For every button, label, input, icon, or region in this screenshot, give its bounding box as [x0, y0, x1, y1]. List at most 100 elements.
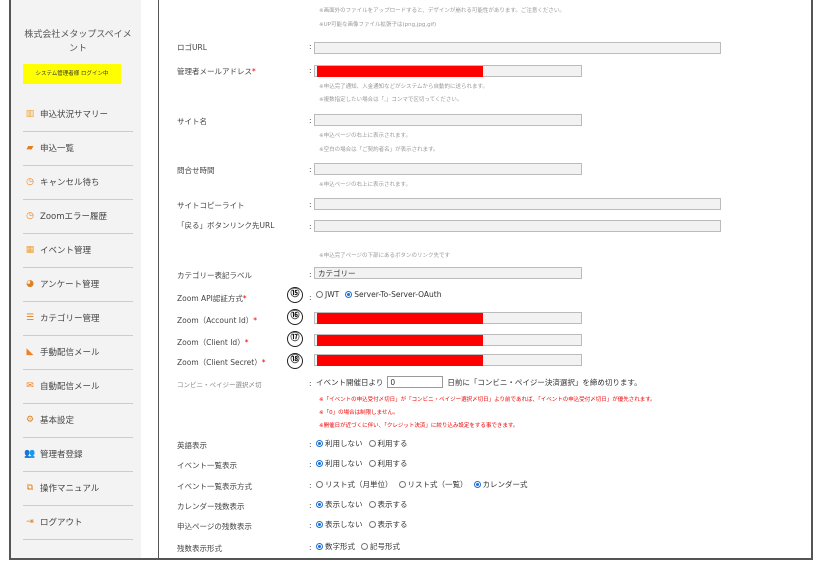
sidebar-item-label: アンケート管理 [40, 280, 100, 290]
radio-label: 表示しない [325, 500, 363, 509]
sidebar-item-label: 管理者登録 [40, 450, 83, 460]
admin-email-note-1: ※申込完了通知、入金通知などがシステムから自動的に送られます。 [319, 84, 488, 90]
sidebar-item-label: 基本設定 [40, 416, 75, 426]
zoom-account-id-label: Zoom（Account Id）* [177, 316, 258, 325]
admin-email-label: 管理者メールアドレス* [177, 67, 256, 76]
sidebar-item-label: 手動配信メール [40, 348, 100, 358]
sidebar-item-8[interactable]: ✉ 自動配信メール [23, 369, 133, 404]
zoom-client-secret-label: Zoom（Client Secret）* [177, 358, 266, 367]
remaining-format-options: 数字形式 記号形式 [316, 541, 406, 552]
cutoff-days-input[interactable]: 0 [387, 376, 444, 388]
remaining-format-radio-0[interactable] [316, 543, 323, 550]
back-link-url-input[interactable] [314, 220, 721, 232]
radio-jwt[interactable] [316, 291, 323, 298]
copy-icon: ⧉ [26, 483, 34, 493]
inquiry-hours-label: 問合せ時間 [177, 166, 215, 175]
event-list-mode-radio-0[interactable] [316, 481, 323, 488]
logo-url-label: ロゴURL [177, 43, 207, 52]
sidebar-item-6[interactable]: ☰ カテゴリー管理 [23, 301, 133, 336]
login-status-badge: システム管理者様 ログイン中 [23, 64, 121, 84]
remaining-format-radio-1[interactable] [361, 543, 368, 550]
callout-badge-15: ⑮ [287, 287, 303, 303]
sidebar-item-label: Zoomエラー履歴 [40, 212, 108, 222]
radio-server-oauth[interactable] [345, 291, 353, 298]
event-list-display-label: イベント一覧表示 [177, 461, 237, 470]
event-list-mode-radio-2[interactable] [473, 481, 481, 488]
radio-label: 利用しない [325, 459, 363, 468]
apply-page-remaining-options: 表示しない 表示する [316, 519, 414, 530]
radio-label: 表示しない [325, 520, 363, 529]
apply-page-remaining-radio-0[interactable] [316, 521, 323, 528]
redacted-account-id [317, 313, 483, 324]
redacted-email [317, 66, 483, 77]
logo-url-input[interactable] [314, 42, 721, 54]
callout-badge-17: ⑰ [287, 331, 303, 347]
sidebar-item-3[interactable]: ◷ Zoomエラー履歴 [23, 199, 133, 234]
sidebar-item-9[interactable]: ⚙ 基本設定 [23, 403, 133, 438]
calendar-remaining-options: 表示しない 表示する [316, 499, 414, 510]
callout-badge-18: ⑱ [287, 353, 303, 369]
english-display-radio-0[interactable] [316, 440, 323, 447]
calendar-remaining-label: カレンダー残数表示 [177, 502, 245, 511]
gears-icon: ⚙ [25, 415, 35, 425]
english-display-options: 利用しない 利用する [316, 438, 414, 449]
radio-label: 利用する [377, 459, 408, 468]
sidebar-item-11[interactable]: ⧉ 操作マニュアル [23, 471, 133, 506]
radio-label: 数字形式 [325, 542, 355, 551]
extension-note: ※UP可能な画像ファイル拡張子は(png,jpg,gif) [319, 22, 437, 28]
book-icon: ▰ [26, 143, 34, 153]
sidebar-item-10[interactable]: 👥 管理者登録 [23, 437, 133, 472]
event-list-display-radio-0[interactable] [316, 460, 323, 467]
event-list-display-radio-1[interactable] [368, 460, 376, 467]
grid-icon: ▦ [25, 245, 35, 255]
category-label-label: カテゴリー表記ラベル [177, 271, 252, 280]
sidebar-item-label: 申込一覧 [40, 144, 75, 154]
radio-label: 利用する [377, 439, 408, 448]
event-list-mode-options: リスト式（月単位） リスト式（一覧） カレンダー式 [316, 479, 534, 490]
remaining-format-label: 残数表示形式 [177, 544, 222, 553]
sidebar-item-5[interactable]: ◕ アンケート管理 [23, 267, 133, 302]
event-list-mode-radio-1[interactable] [398, 481, 406, 488]
radio-label: 記号形式 [370, 542, 400, 551]
back-link-url-label: 「戻る」ボタンリンク先URL [177, 221, 275, 230]
calendar-remaining-radio-0[interactable] [316, 501, 323, 508]
mail-icon: ✉ [26, 381, 34, 391]
zoom-auth-label: Zoom API認証方式* [177, 294, 247, 303]
back-link-url-note: ※申込完了ページの下部にあるボタンのリンク先です [319, 253, 451, 259]
sidebar-item-label: キャンセル待ち [40, 178, 100, 188]
site-name-input[interactable] [314, 114, 582, 126]
rss-icon: ◣ [26, 347, 34, 357]
upload-note: ※画面外のファイルをアップロードすると、デザインが崩れる可能性があります。ご注意… [319, 8, 565, 14]
pie-chart-icon: ◕ [26, 279, 34, 289]
apply-page-remaining-radio-1[interactable] [368, 521, 376, 528]
site-name-note-1: ※申込ページの右上に表示されます。 [319, 133, 411, 139]
clock-icon: ◷ [26, 177, 34, 187]
redacted-client-id [317, 335, 483, 346]
sidebar-item-7[interactable]: ◣ 手動配信メール [23, 335, 133, 370]
logout-icon: ⇥ [26, 517, 34, 527]
sidebar-item-0[interactable]: ▥ 申込状況サマリー [23, 97, 133, 132]
sidebar-item-1[interactable]: ▰ 申込一覧 [23, 131, 133, 166]
radio-label: リスト式（一覧） [407, 480, 468, 489]
sidebar-item-label: ログアウト [40, 518, 83, 528]
sidebar-item-label: 申込状況サマリー [40, 110, 109, 120]
sidebar-item-4[interactable]: ▦ イベント管理 [23, 233, 133, 268]
sidebar-item-2[interactable]: ◷ キャンセル待ち [23, 165, 133, 200]
sidebar-item-12[interactable]: ⇥ ログアウト [23, 505, 133, 540]
zoom-auth-options: JWT Server-To-Server-OAuth [316, 290, 441, 299]
english-display-radio-1[interactable] [368, 440, 376, 447]
cutoff-note-1: ※「イベントの申込受付〆切日」が「コンビニ・ペイジー選択〆切日」より前であれば、… [319, 397, 656, 403]
radio-label: リスト式（月単位） [325, 480, 393, 489]
category-label-input[interactable]: カテゴリー [314, 267, 582, 279]
sidebar-item-label: カテゴリー管理 [40, 314, 100, 324]
admin-email-note-2: ※複数指定したい場合は「,」コンマで区切ってください。 [319, 97, 463, 103]
sidebar-item-label: イベント管理 [40, 246, 92, 256]
radio-label: 利用しない [325, 439, 363, 448]
inquiry-hours-input[interactable] [314, 163, 582, 175]
site-copyright-label: サイトコピーライト [177, 201, 245, 210]
event-list-display-options: 利用しない 利用する [316, 458, 414, 469]
site-copyright-input[interactable] [314, 198, 721, 210]
radio-label: カレンダー式 [482, 480, 528, 489]
calendar-remaining-radio-1[interactable] [368, 501, 376, 508]
cutoff-note-3: ※開催日が近づくに伴い、「クレジット決済」に絞り込み設定をする事できます。 [319, 423, 519, 429]
